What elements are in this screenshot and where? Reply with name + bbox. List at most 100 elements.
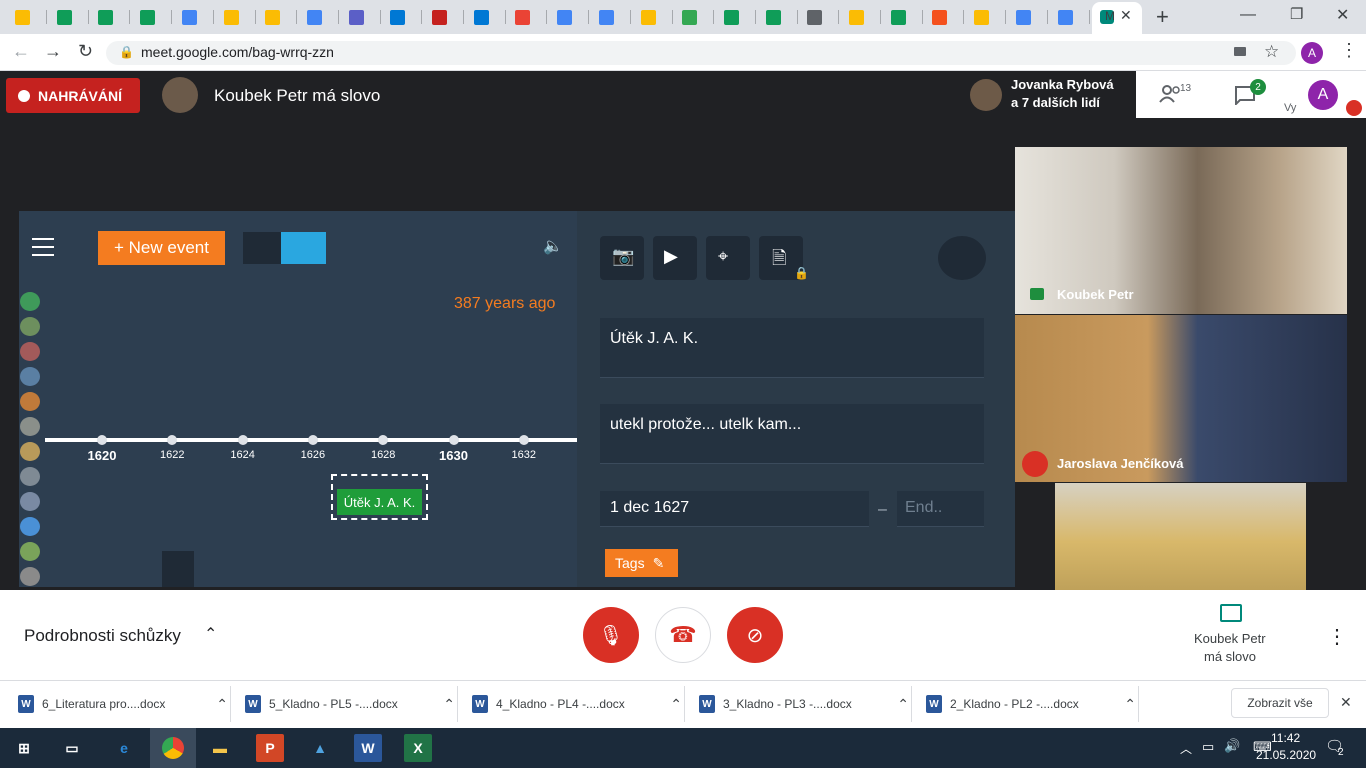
chevron-up-icon[interactable]: ⌃ [204,624,217,644]
windows-start-icon[interactable]: ⊞ [10,734,38,762]
event-thumbnail[interactable] [20,342,40,361]
table-view-icon[interactable] [243,232,281,264]
browser-tab[interactable] [840,4,878,30]
window-close-icon[interactable]: ✕ [1336,5,1349,25]
tab-favicon-icon [807,9,823,25]
browser-tab[interactable] [715,4,753,30]
meeting-details-label[interactable]: Podrobnosti schůzky [24,626,181,646]
close-shelf-icon[interactable]: ✕ [1340,694,1352,711]
browser-tab[interactable] [423,4,461,30]
browser-tab[interactable] [798,4,836,30]
download-item[interactable]: W 3_Kladno - PL3 -....docx ⌃ [699,689,909,719]
browser-tab[interactable] [173,4,211,30]
mic-toggle-button[interactable]: 🎙 [583,607,639,663]
event-marker[interactable]: Útěk J. A. K. [337,489,422,515]
bookmark-star-icon[interactable]: ☆ [1264,42,1279,62]
browser-tab[interactable] [256,4,294,30]
event-thumbnail[interactable] [20,467,40,486]
browser-tab[interactable] [506,4,544,30]
sound-icon[interactable]: 🔈 [543,236,563,256]
browser-tab[interactable] [673,4,711,30]
browser-tab[interactable] [757,4,795,30]
restore-icon[interactable]: ❐ [1290,5,1303,23]
new-tab-icon[interactable]: + [1156,4,1169,30]
photos-icon[interactable]: ▲ [306,734,334,762]
event-thumbnail[interactable] [20,392,40,411]
event-thumbnail[interactable] [20,517,40,536]
browser-tab[interactable] [1007,4,1045,30]
back-icon[interactable]: ← [12,41,30,62]
file-explorer-icon[interactable]: ▬ [206,734,234,762]
event-description-input[interactable]: utekl protože... utelk kam... [600,404,984,464]
browser-tab[interactable] [215,4,253,30]
camera-toggle-button[interactable]: ⊘ [727,607,783,663]
timeline-view-icon[interactable] [281,232,326,264]
browser-tab[interactable] [1049,4,1087,30]
browser-tab[interactable] [89,4,127,30]
more-options-icon[interactable]: ⋮ [1327,624,1347,649]
browser-tab[interactable] [965,4,1003,30]
tab-close-icon[interactable]: ✕ [1120,7,1132,24]
powerpoint-icon[interactable]: P [256,734,284,762]
end-date-input[interactable]: End.. [897,491,984,527]
browser-tab[interactable] [882,4,920,30]
event-thumbnail[interactable] [20,442,40,461]
tags-button[interactable]: Tags ✎ [605,549,678,577]
browser-tab[interactable] [923,4,961,30]
browser-tab[interactable] [381,4,419,30]
event-thumbnail[interactable] [20,567,40,586]
download-chevron-icon[interactable]: ⌃ [216,696,228,713]
leave-call-button[interactable]: ☎ [655,607,711,663]
edge-icon[interactable]: e [110,734,138,762]
download-chevron-icon[interactable]: ⌃ [443,696,455,713]
forward-icon[interactable]: → [44,41,62,62]
battery-icon[interactable]: ▭ [1202,739,1214,755]
download-item[interactable]: W 4_Kladno - PL4 -....docx ⌃ [472,689,682,719]
camera-indicator-icon[interactable] [1234,47,1246,56]
browser-tab[interactable] [131,4,169,30]
reload-icon[interactable]: ↻ [78,41,93,62]
event-title-input[interactable]: Útěk J. A. K. [600,318,984,378]
browser-tab[interactable] [548,4,586,30]
event-thumbnail[interactable] [20,317,40,336]
download-item[interactable]: W 5_Kladno - PL5 -....docx ⌃ [245,689,455,719]
people-icon[interactable] [1158,84,1182,104]
browser-tab[interactable] [6,4,44,30]
clock-time[interactable]: 11:42 [1271,731,1300,745]
task-view-icon[interactable]: ▭ [58,734,86,762]
download-chevron-icon[interactable]: ⌃ [1124,696,1136,713]
new-event-button[interactable]: + New event [98,231,225,265]
copy-icon[interactable] [938,236,986,280]
lock-icon[interactable]: 🔒 [119,45,134,59]
video-tile-classroom[interactable] [1055,483,1306,590]
download-chevron-icon[interactable]: ⌃ [670,696,682,713]
tag-tool-icon[interactable] [162,551,194,587]
browser-tab[interactable] [632,4,670,30]
download-item[interactable]: W 2_Kladno - PL2 -....docx ⌃ [926,689,1136,719]
clock-date[interactable]: 21.05.2020 [1256,748,1316,762]
event-thumbnail[interactable] [20,492,40,511]
browser-tab[interactable] [465,4,503,30]
download-chevron-icon[interactable]: ⌃ [897,696,909,713]
browser-tab[interactable] [48,4,86,30]
show-all-downloads-button[interactable]: Zobrazit vše [1231,688,1329,718]
browser-menu-icon[interactable]: ⋮ [1340,40,1358,61]
word-icon[interactable]: W [354,734,382,762]
minimize-icon[interactable]: — [1240,6,1256,24]
volume-icon[interactable]: 🔊 [1224,738,1240,754]
start-date-input[interactable]: 1 dec 1627 [600,491,869,527]
browser-tab[interactable] [590,4,628,30]
hamburger-menu-icon[interactable] [32,238,54,256]
excel-icon[interactable]: X [404,734,432,762]
tray-chevron-icon[interactable]: ︿ [1180,740,1192,757]
profile-avatar[interactable]: A [1301,42,1323,64]
present-screen-icon[interactable] [1220,604,1242,622]
browser-tab[interactable] [298,4,336,30]
event-thumbnail[interactable] [20,417,40,436]
event-thumbnail[interactable] [20,292,40,311]
download-item[interactable]: W 6_Literatura pro....docx ⌃ [18,689,228,719]
browser-tab[interactable] [340,4,378,30]
event-thumbnail[interactable] [20,367,40,386]
event-thumbnail[interactable] [20,542,40,561]
url-text[interactable]: meet.google.com/bag-wrrq-zzn [141,44,334,60]
